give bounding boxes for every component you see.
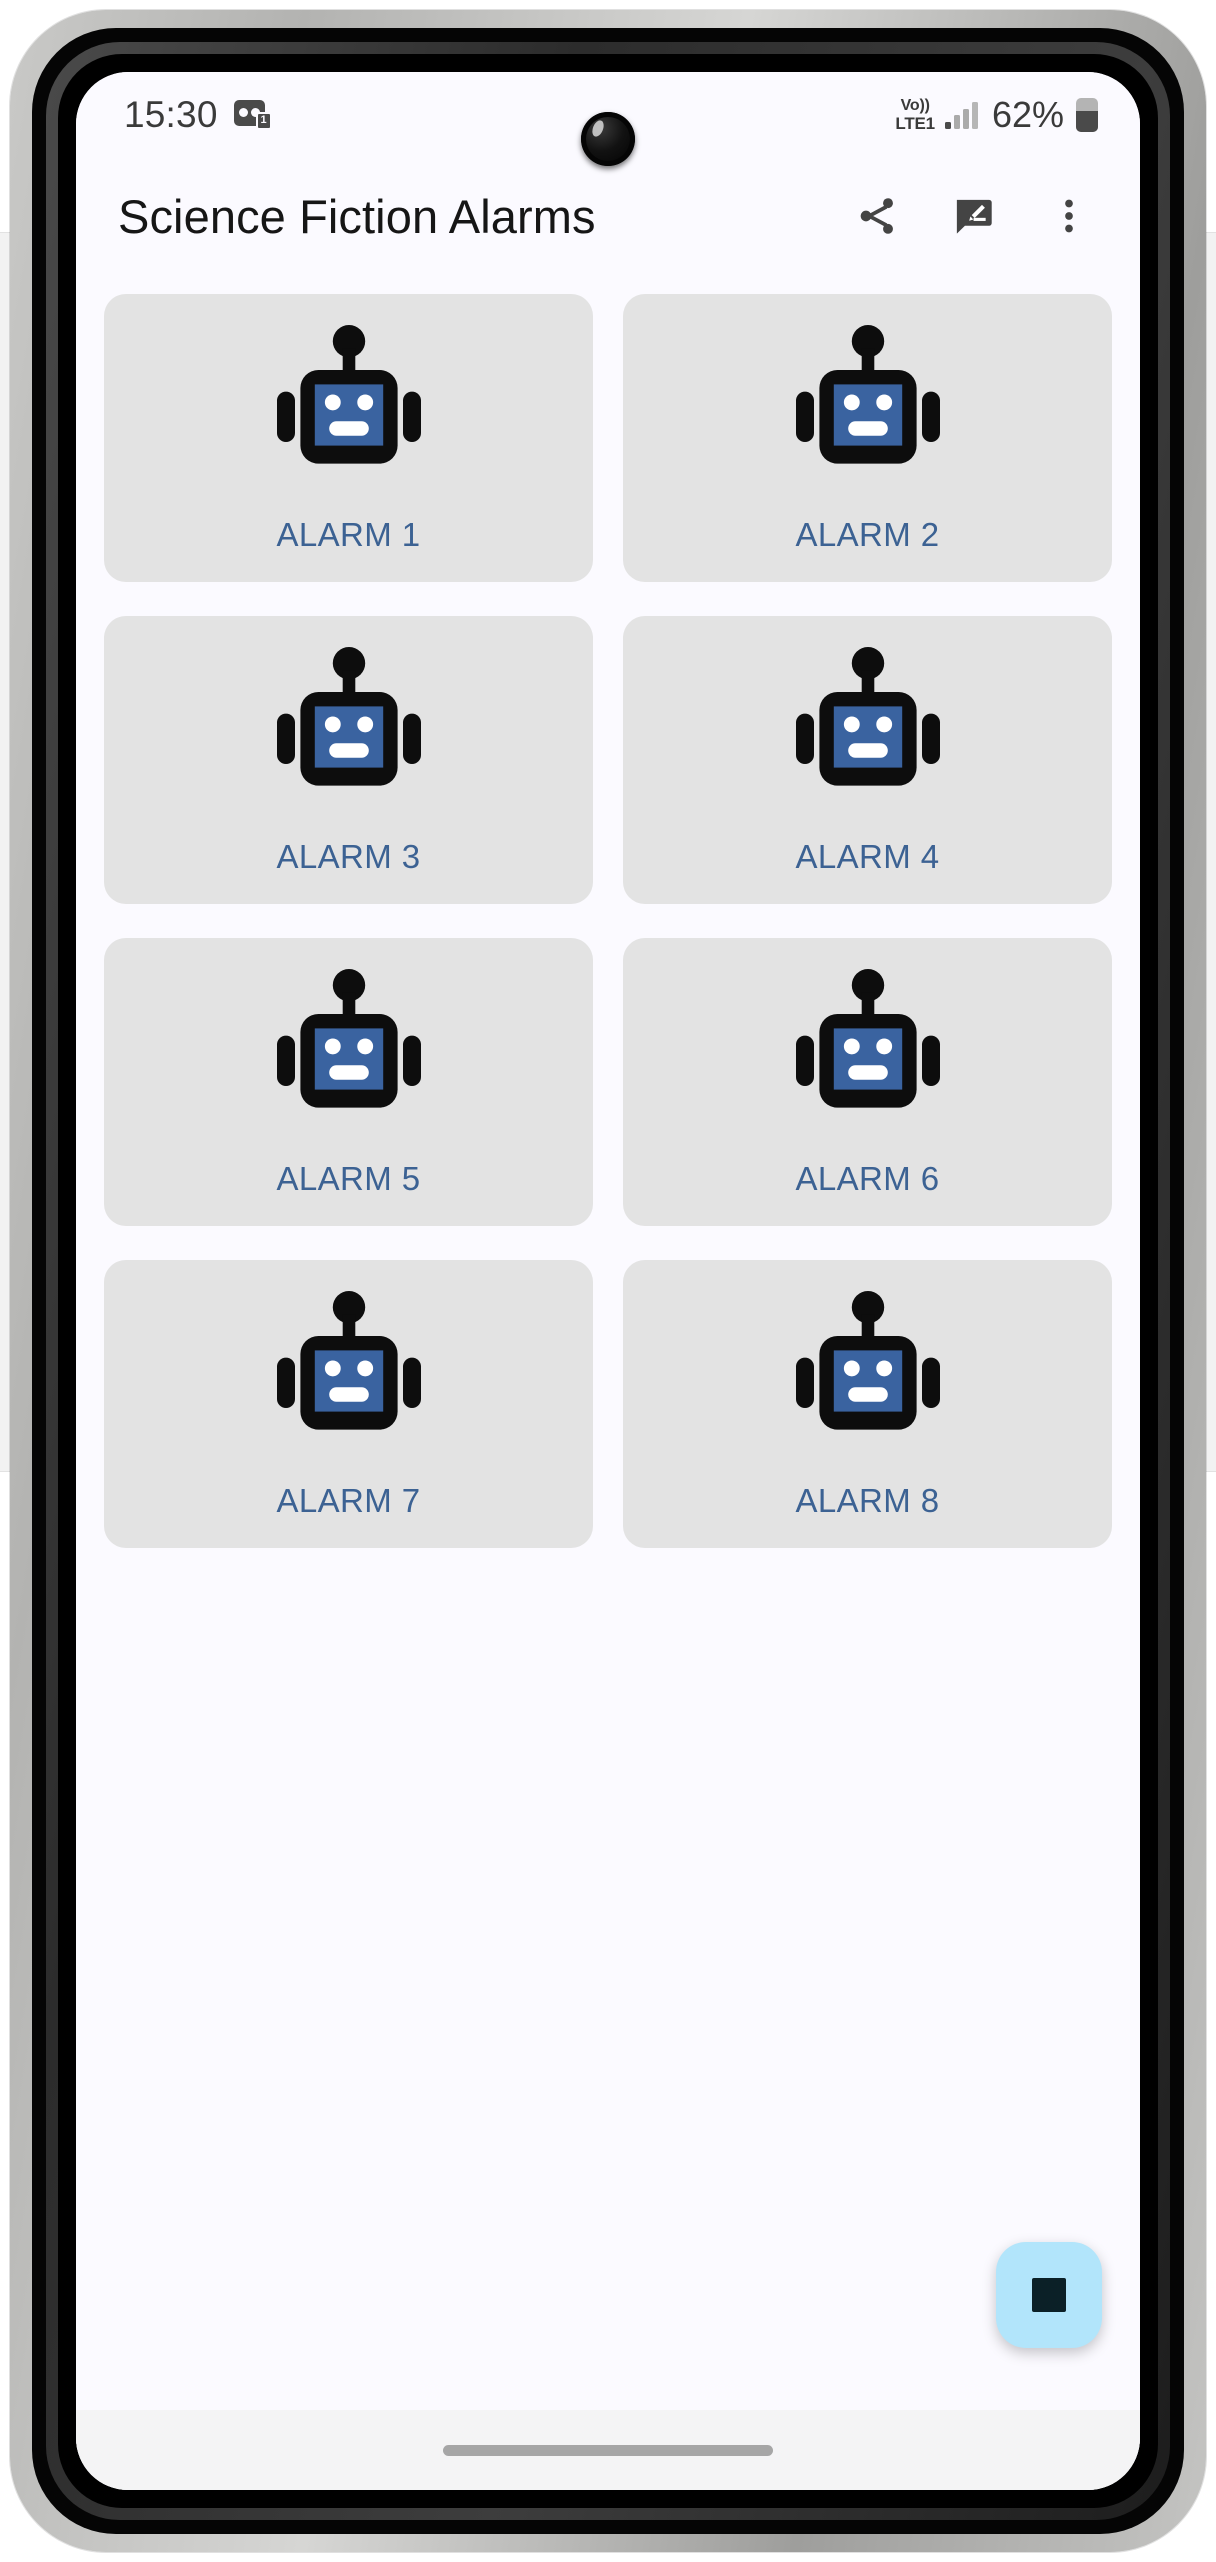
- navigation-bar: [76, 2410, 1140, 2490]
- phone-frame-inner-ring: 15:30 1 Vo)) LTE1 62% Science Fiction Al…: [46, 42, 1170, 2520]
- alarm-card[interactable]: ALARM 2: [623, 294, 1112, 582]
- status-time: 15:30: [124, 94, 218, 135]
- battery-icon: [1076, 98, 1098, 132]
- rate-review-icon: [951, 194, 995, 238]
- alarm-label: ALARM 7: [276, 1482, 421, 1519]
- phone-frame: 15:30 1 Vo)) LTE1 62% Science Fiction Al…: [10, 10, 1206, 2552]
- phone-screen: 15:30 1 Vo)) LTE1 62% Science Fiction Al…: [76, 72, 1140, 2490]
- alarm-card[interactable]: ALARM 3: [104, 616, 593, 904]
- alarm-label: ALARM 3: [276, 838, 421, 875]
- alarm-card[interactable]: ALARM 4: [623, 616, 1112, 904]
- voicemail-icon: 1: [233, 100, 272, 130]
- volte-indicator: Vo)) LTE1: [895, 97, 935, 133]
- app-bar-actions: [842, 181, 1104, 251]
- robot-icon: [795, 1291, 940, 1430]
- alarm-label: ALARM 1: [276, 516, 421, 553]
- volte-line2: LTE1: [895, 114, 935, 133]
- page-title: Science Fiction Alarms: [118, 189, 596, 243]
- alarm-label: ALARM 6: [795, 1160, 940, 1197]
- stop-button[interactable]: [996, 2242, 1102, 2348]
- robot-icon: [276, 325, 421, 464]
- phone-screen-bezel: 15:30 1 Vo)) LTE1 62% Science Fiction Al…: [58, 54, 1158, 2508]
- more-vert-icon: [1047, 194, 1091, 238]
- alarm-card[interactable]: ALARM 5: [104, 938, 593, 1226]
- status-bar-left: 15:30 1: [124, 94, 272, 136]
- alarm-grid-scroll[interactable]: ALARM 1 ALARM 2 ALARM 3 ALARM 4 ALARM 5 …: [76, 274, 1140, 2490]
- robot-icon: [795, 969, 940, 1108]
- alarm-label: ALARM 2: [795, 516, 940, 553]
- alarm-grid: ALARM 1 ALARM 2 ALARM 3 ALARM 4 ALARM 5 …: [76, 274, 1140, 1548]
- robot-icon: [276, 1291, 421, 1430]
- alarm-card[interactable]: ALARM 1: [104, 294, 593, 582]
- rate-review-button[interactable]: [938, 181, 1008, 251]
- alarm-card[interactable]: ALARM 6: [623, 938, 1112, 1226]
- share-icon: [855, 194, 899, 238]
- phone-frame-midband: 15:30 1 Vo)) LTE1 62% Science Fiction Al…: [32, 28, 1184, 2534]
- alarm-card[interactable]: ALARM 7: [104, 1260, 593, 1548]
- robot-icon: [276, 969, 421, 1108]
- share-button[interactable]: [842, 181, 912, 251]
- alarm-label: ALARM 4: [795, 838, 940, 875]
- robot-icon: [795, 325, 940, 464]
- overflow-menu-button[interactable]: [1034, 181, 1104, 251]
- alarm-card[interactable]: ALARM 8: [623, 1260, 1112, 1548]
- robot-icon: [795, 647, 940, 786]
- volte-line1: Vo)): [900, 97, 930, 114]
- stop-square-icon: [1032, 2278, 1066, 2312]
- front-camera-icon: [581, 112, 635, 166]
- screenshot-canvas: 15:30 1 Vo)) LTE1 62% Science Fiction Al…: [0, 0, 1216, 2562]
- app-bar: Science Fiction Alarms: [76, 158, 1140, 274]
- robot-icon: [276, 647, 421, 786]
- signal-bars-icon: [944, 101, 978, 129]
- alarm-label: ALARM 5: [276, 1160, 421, 1197]
- battery-percent: 62%: [991, 94, 1064, 135]
- status-bar-right: Vo)) LTE1 62%: [895, 94, 1098, 136]
- home-gesture-bar[interactable]: [443, 2444, 773, 2456]
- voicemail-count-badge: 1: [255, 112, 272, 130]
- alarm-label: ALARM 8: [795, 1482, 940, 1519]
